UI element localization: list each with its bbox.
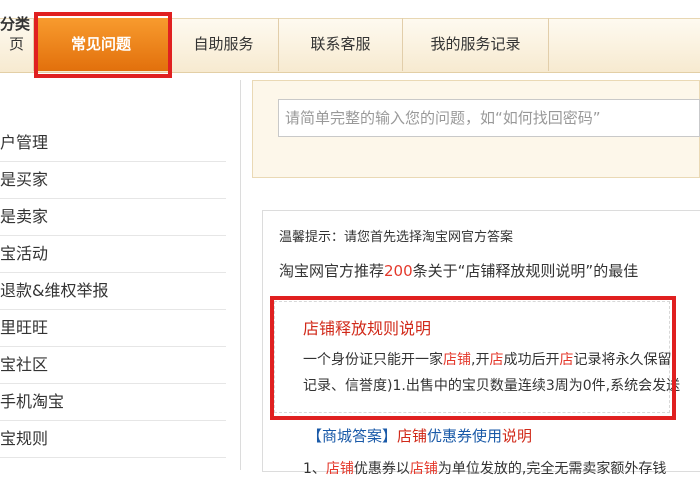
snippet-text: 记录将永久保留, [573, 352, 676, 368]
title-highlight: 店铺 [397, 427, 428, 445]
snippet-text: 成功后开 [503, 352, 560, 368]
snippet-text: 为单位发放的,完全无需卖家额外存钱 [437, 461, 667, 477]
snippet-text: 1、 [303, 461, 326, 477]
tab-contact-service[interactable]: 联系客服 [279, 18, 403, 71]
result-title-link-2[interactable]: 【商城答案】店铺优惠券使用说明 [307, 425, 532, 446]
snippet-text: 一个身份证只能开一家 [303, 352, 443, 368]
sidebar-item-mobile[interactable]: 手机淘宝 [0, 383, 226, 421]
snippet-highlight: 店铺 [325, 461, 354, 477]
tip-text: 温馨提示：请您首先选择淘宝网官方答案 [279, 230, 514, 245]
sidebar-item-community[interactable]: 宝社区 [0, 346, 226, 384]
sidebar-item-buyer[interactable]: 是买家 [0, 161, 226, 199]
count-value: 200 [384, 262, 413, 280]
snippet-text: 优惠券以 [353, 461, 410, 477]
result-count: 淘宝网官方推荐200条关于“店铺释放规则说明”的最佳 [279, 260, 638, 281]
sidebar-item-wangwang[interactable]: 里旺旺 [0, 309, 226, 347]
count-prefix: 淘宝网官方推荐 [279, 262, 385, 280]
tab-faq[interactable]: 常见问题 [34, 18, 169, 71]
sidebar-item-refund[interactable]: 退款&维权举报 [0, 272, 226, 310]
snippet-highlight: 店 [489, 352, 504, 368]
snippet-highlight: 店铺 [443, 352, 471, 368]
search-input[interactable] [278, 99, 700, 137]
snippet-highlight: 店铺 [409, 461, 438, 477]
result-title-link[interactable]: 店铺释放规则说明 [303, 315, 431, 339]
snippet-highlight: 店 [559, 352, 574, 368]
count-suffix: 条关于“店铺释放规则说明”的最佳 [412, 262, 639, 280]
sidebar-title: 分类 [0, 15, 31, 33]
mall-answer-tag: 【商城答案】 [307, 427, 398, 445]
sidebar-item-rules[interactable]: 宝规则 [0, 420, 226, 458]
sidebar-item-activities[interactable]: 宝活动 [0, 235, 226, 273]
result-snippet-line2: 记录、信誉度)1.出售中的宝贝数量连续3周为0件,系统会发送 [303, 378, 681, 394]
snippet-text: ,开 [471, 352, 490, 368]
title-highlight: 说明 [502, 427, 533, 445]
sidebar-item-account[interactable]: 户管理 [0, 124, 226, 162]
title-text: 优惠券使用 [427, 427, 503, 445]
result-snippet-3: 1、店铺优惠券以店铺为单位发放的,完全无需卖家额外存钱 [303, 458, 666, 478]
tab-self-service[interactable]: 自助服务 [169, 18, 279, 71]
result-snippet-line1: 一个身份证只能开一家店铺,开店成功后开店记录将永久保留, [303, 349, 676, 369]
tab-my-service-records[interactable]: 我的服务记录 [403, 18, 549, 71]
sidebar-item-seller[interactable]: 是卖家 [0, 198, 226, 236]
